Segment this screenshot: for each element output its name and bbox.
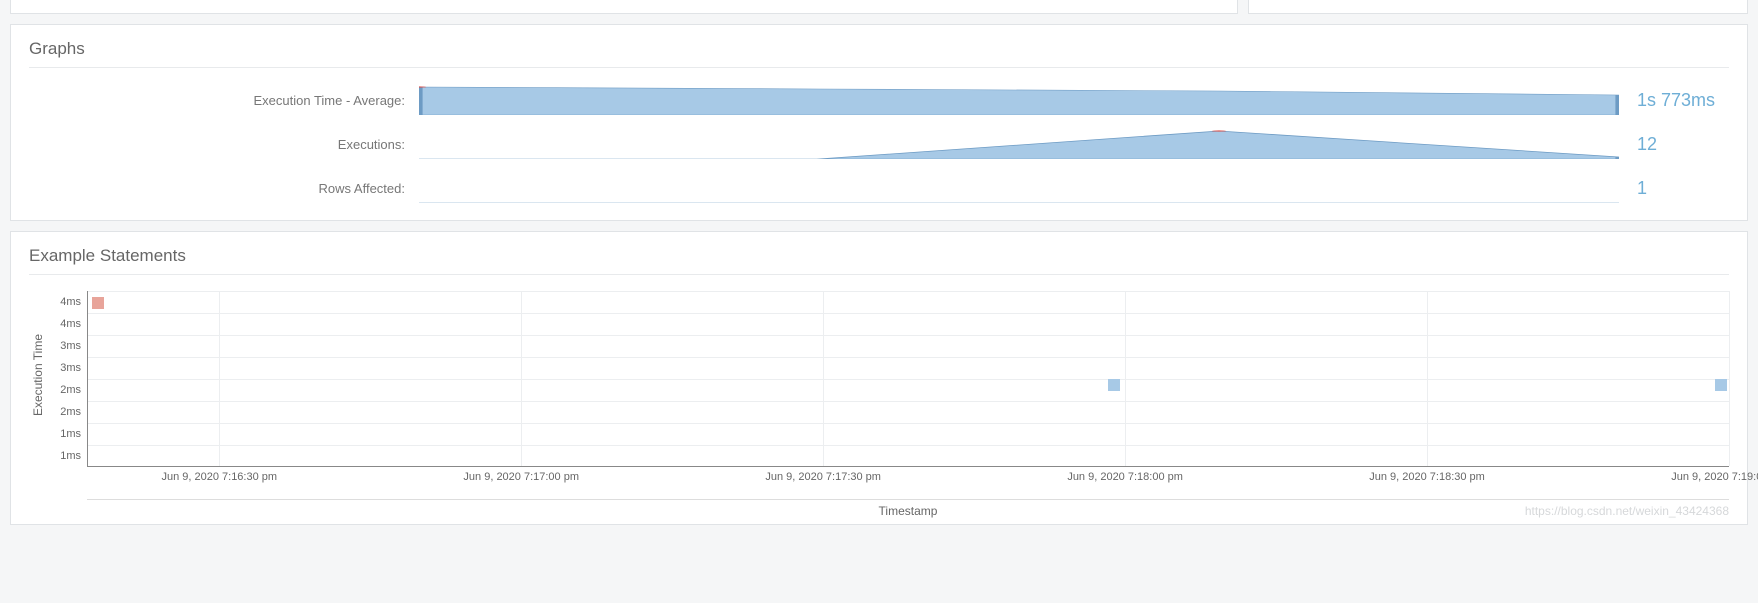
x-tick-label: Jun 9, 2020 7:17:30 pm: [765, 471, 881, 483]
spark-row-executions: Executions: 12: [29, 122, 1729, 166]
y-tick-label: 2ms: [60, 379, 81, 401]
y-tick-label: 1ms: [60, 423, 81, 445]
spark-row-exec-time: Execution Time - Average: 1s 773ms: [29, 78, 1729, 122]
x-tick-label: Jun 9, 2020 7:17:00 pm: [463, 471, 579, 483]
panel-fragment-left: [10, 0, 1238, 14]
spark-label: Execution Time - Average:: [29, 93, 419, 108]
scatter-point[interactable]: [1108, 379, 1120, 391]
spark-chart-rows-affected[interactable]: [419, 173, 1619, 203]
scatter-plot[interactable]: [87, 291, 1729, 467]
y-tick-label: 3ms: [60, 335, 81, 357]
spark-value: 1s 773ms: [1619, 90, 1729, 111]
x-tick-label: Jun 9, 2020 7:16:30 pm: [161, 471, 277, 483]
y-axis-ticks: 4ms4ms3ms3ms2ms2ms1ms1ms: [47, 291, 87, 520]
y-tick-label: 3ms: [60, 357, 81, 379]
spark-chart-executions[interactable]: [419, 129, 1619, 159]
example-statements-title: Example Statements: [29, 246, 1729, 275]
scatter-point[interactable]: [92, 297, 104, 309]
spark-chart-exec-time[interactable]: [419, 85, 1619, 115]
example-statements-panel: Example Statements Execution Time 4ms4ms…: [10, 231, 1748, 525]
x-tick-label: Jun 9, 2020 7:18:00 pm: [1067, 471, 1183, 483]
graphs-title: Graphs: [29, 39, 1729, 68]
y-tick-label: 4ms: [60, 291, 81, 313]
graphs-panel: Graphs Execution Time - Average: 1s 773m…: [10, 24, 1748, 221]
spark-label: Rows Affected:: [29, 181, 419, 196]
scatter-point[interactable]: [1715, 379, 1727, 391]
panel-fragment-right: [1248, 0, 1748, 14]
y-axis-title: Execution Time: [29, 334, 47, 416]
y-tick-label: 2ms: [60, 401, 81, 423]
spark-label: Executions:: [29, 137, 419, 152]
x-axis-ticks: Jun 9, 2020 7:16:30 pm Jun 9, 2020 7:17:0…: [87, 467, 1729, 489]
y-tick-label: 1ms: [60, 445, 81, 467]
spark-row-rows-affected: Rows Affected: 1: [29, 166, 1729, 210]
x-tick-label: Jun 9, 2020 7:19:00 pm: [1671, 471, 1758, 483]
x-tick-label: Jun 9, 2020 7:18:30 pm: [1369, 471, 1485, 483]
spark-value: 1: [1619, 178, 1729, 199]
x-axis-title: Timestamp: [87, 499, 1729, 520]
spark-value: 12: [1619, 134, 1729, 155]
y-tick-label: 4ms: [60, 313, 81, 335]
